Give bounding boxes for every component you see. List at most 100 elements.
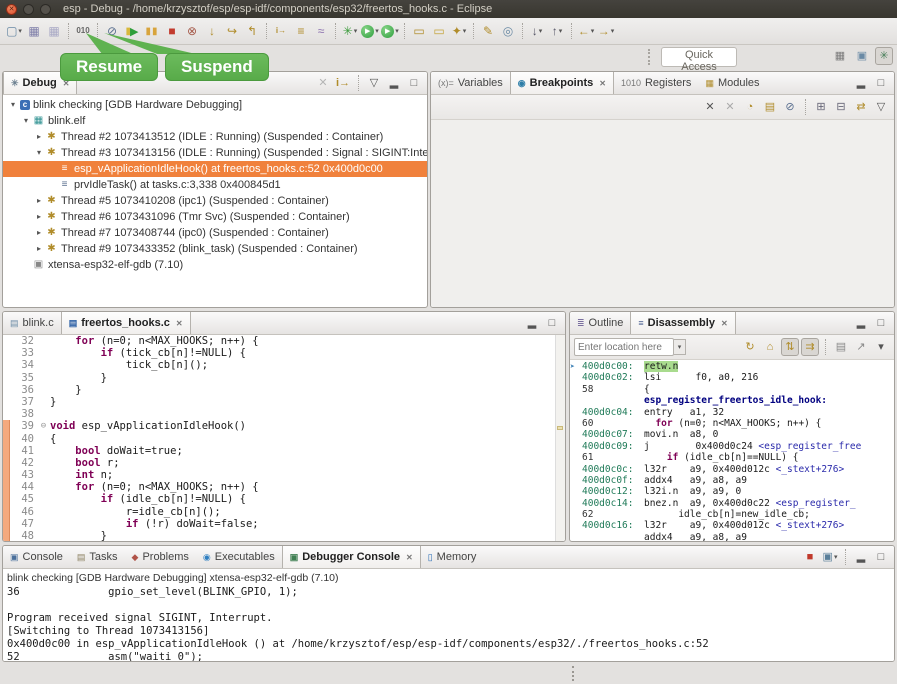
window-minimize-button[interactable] (23, 4, 34, 15)
step-over-icon[interactable]: ↪ (222, 21, 242, 41)
window-close-button[interactable]: ✕ (6, 4, 17, 15)
show-breakpoints-for-selected-icon[interactable]: ◔ (741, 98, 759, 116)
close-tab-icon[interactable]: ✕ (721, 319, 728, 328)
close-tab-icon[interactable]: ✕ (599, 79, 606, 88)
debug-tree-item[interactable]: ≡esp_vApplicationIdleHook() at freertos_… (3, 161, 427, 177)
overview-ruler[interactable] (555, 335, 565, 542)
tab-modules[interactable]: ▦Modules (698, 72, 766, 94)
open-perspective-icon[interactable]: ▦ (831, 47, 849, 65)
terminate-icon[interactable] (162, 21, 182, 41)
minimize-view-icon[interactable]: ▂ (385, 74, 403, 92)
use-step-filters-icon[interactable]: ≈ (311, 21, 331, 41)
collapse-arrow-icon[interactable]: ▾ (20, 113, 32, 129)
tab-registers[interactable]: 1010Registers (614, 72, 699, 94)
search-icon[interactable]: ✦▾ (449, 21, 469, 41)
maximize-view-icon[interactable]: □ (872, 314, 890, 332)
next-annotation-icon[interactable]: ↓▾ (527, 21, 547, 41)
skip-all-breakpoints-icon[interactable]: ⊘ (781, 98, 799, 116)
external-tools-icon[interactable]: ▾ (380, 21, 400, 41)
expand-arrow-icon[interactable]: ▸ (33, 209, 45, 225)
new-icon[interactable]: ▢▾ (4, 21, 24, 41)
terminate-console-icon[interactable]: ■ (801, 548, 819, 566)
location-dropdown-icon[interactable]: ▾ (674, 339, 686, 355)
disassembly-content[interactable]: ➤400d0c00:retw.n400d0c02:lsi f0, a0, 216… (570, 360, 894, 542)
run-icon[interactable]: ▾ (360, 21, 380, 41)
open-resource-icon[interactable]: ▭ (429, 21, 449, 41)
remove-all-terminated-icon[interactable]: ✕ (314, 74, 332, 92)
minimize-view-icon[interactable]: ▂ (852, 314, 870, 332)
remove-all-breakpoints-icon[interactable]: ✕ (721, 98, 739, 116)
minimize-view-icon[interactable]: ▂ (852, 74, 870, 92)
save-icon[interactable]: ▦ (24, 21, 44, 41)
suspend-icon[interactable] (142, 21, 162, 41)
tab-tasks[interactable]: ▤Tasks (70, 546, 125, 568)
view-menu-icon[interactable]: ▾ (872, 338, 890, 356)
tab-disassembly[interactable]: ≡Disassembly✕ (630, 312, 735, 334)
tab-freertos-hooks-c[interactable]: ▤freertos_hooks.c✕ (61, 312, 191, 334)
tab-breakpoints[interactable]: ◉Breakpoints✕ (510, 72, 614, 94)
tab-variables[interactable]: (x)=Variables (431, 72, 510, 94)
tab-executables[interactable]: ◉Executables (196, 546, 282, 568)
instruction-stepping-mode-icon[interactable]: i→ (334, 74, 352, 92)
debug-tree-item[interactable]: ▸✱Thread #6 1073431096 (Tmr Svc) (Suspen… (3, 209, 427, 225)
tab-memory[interactable]: ▯Memory (421, 546, 484, 568)
collapse-all-icon[interactable]: ⊟ (832, 98, 850, 116)
debug-icon[interactable]: ✳▾ (340, 21, 360, 41)
c-cpp-perspective-icon[interactable]: ▣ (853, 47, 871, 65)
debug-tree[interactable]: ▾cblink checking [GDB Hardware Debugging… (3, 95, 427, 308)
save-all-icon[interactable]: ▦ (44, 21, 64, 41)
window-maximize-button[interactable] (40, 4, 51, 15)
quick-access-button[interactable]: Quick Access (661, 47, 737, 67)
expand-arrow-icon[interactable]: ▸ (33, 225, 45, 241)
close-tab-icon[interactable]: ✕ (406, 553, 413, 562)
tab-debugger-console[interactable]: ▣Debugger Console✕ (282, 546, 421, 568)
instruction-stepping-mode-icon[interactable]: i→ (271, 21, 291, 41)
debug-tree-item[interactable]: ▸✱Thread #9 1073433352 (blink_task) (Sus… (3, 241, 427, 257)
maximize-view-icon[interactable]: □ (872, 74, 890, 92)
toggle-mark-occurrences-icon[interactable]: ✎ (478, 21, 498, 41)
console-content[interactable]: blink checking [GDB Hardware Debugging] … (3, 569, 894, 662)
back-icon[interactable]: ←▾ (576, 21, 596, 41)
link-with-debug-view-icon[interactable]: ⇄ (852, 98, 870, 116)
maximize-view-icon[interactable]: □ (872, 548, 890, 566)
refresh-view-icon[interactable]: ↻ (741, 338, 759, 356)
expand-arrow-icon[interactable]: ▸ (33, 241, 45, 257)
view-menu-icon[interactable]: ▽ (872, 98, 890, 116)
expand-arrow-icon[interactable]: ▸ (33, 129, 45, 145)
fold-minus-icon[interactable]: ⊖ (37, 420, 50, 432)
debug-tree-item[interactable]: ▾cblink checking [GDB Hardware Debugging… (3, 97, 427, 113)
maximize-view-icon[interactable]: □ (405, 74, 423, 92)
debug-perspective-icon[interactable]: ✳ (875, 47, 893, 65)
previous-annotation-icon[interactable]: ↑▾ (547, 21, 567, 41)
minimize-view-icon[interactable]: ▂ (852, 548, 870, 566)
view-menu-icon[interactable]: ▽ (365, 74, 383, 92)
debug-tree-item[interactable]: ▸✱Thread #7 1073408744 (ipc0) (Suspended… (3, 225, 427, 241)
go-to-file-for-breakpoint-icon[interactable]: ▤ (761, 98, 779, 116)
track-expression-icon[interactable]: ⇉ (801, 338, 819, 356)
debug-tree-item[interactable]: ▸✱Thread #5 1073410208 (ipc1) (Suspended… (3, 193, 427, 209)
minimize-view-icon[interactable]: ▂ (523, 314, 541, 332)
expand-arrow-icon[interactable]: ▸ (33, 193, 45, 209)
debug-tree-item[interactable]: ▾▦blink.elf (3, 113, 427, 129)
debug-tree-item[interactable]: ▣xtensa-esp32-elf-gdb (7.10) (3, 257, 427, 273)
forward-icon[interactable]: →▾ (596, 21, 616, 41)
collapse-arrow-icon[interactable]: ▾ (7, 97, 19, 113)
debug-tree-item[interactable]: ≡prvIdleTask() at tasks.c:3,338 0x400845… (3, 177, 427, 193)
sash-drag-handle[interactable] (572, 666, 574, 681)
tab-console[interactable]: ▣Console (3, 546, 70, 568)
maximize-view-icon[interactable]: □ (543, 314, 561, 332)
code-editor[interactable]: 32 for (n=0; n<MAX_HOOKS; n++) {33 if (t… (3, 335, 565, 542)
display-selected-console-icon[interactable]: ▣▾ (821, 548, 839, 566)
open-new-view-icon[interactable]: ▤ (832, 338, 850, 356)
step-into-icon[interactable]: ↓ (202, 21, 222, 41)
breakpoints-content[interactable] (431, 120, 894, 308)
pin-view-icon[interactable]: ↗ (852, 338, 870, 356)
last-edit-location-icon[interactable]: ◎ (498, 21, 518, 41)
collapse-arrow-icon[interactable]: ▾ (33, 145, 45, 161)
tab-outline[interactable]: ≣Outline (570, 312, 630, 334)
disconnect-icon[interactable]: ⊗ (182, 21, 202, 41)
step-return-icon[interactable]: ↰ (242, 21, 262, 41)
expand-all-icon[interactable]: ⊞ (812, 98, 830, 116)
debug-tree-item[interactable]: ▸✱Thread #2 1073413512 (IDLE : Running) … (3, 129, 427, 145)
location-input[interactable] (574, 338, 674, 356)
